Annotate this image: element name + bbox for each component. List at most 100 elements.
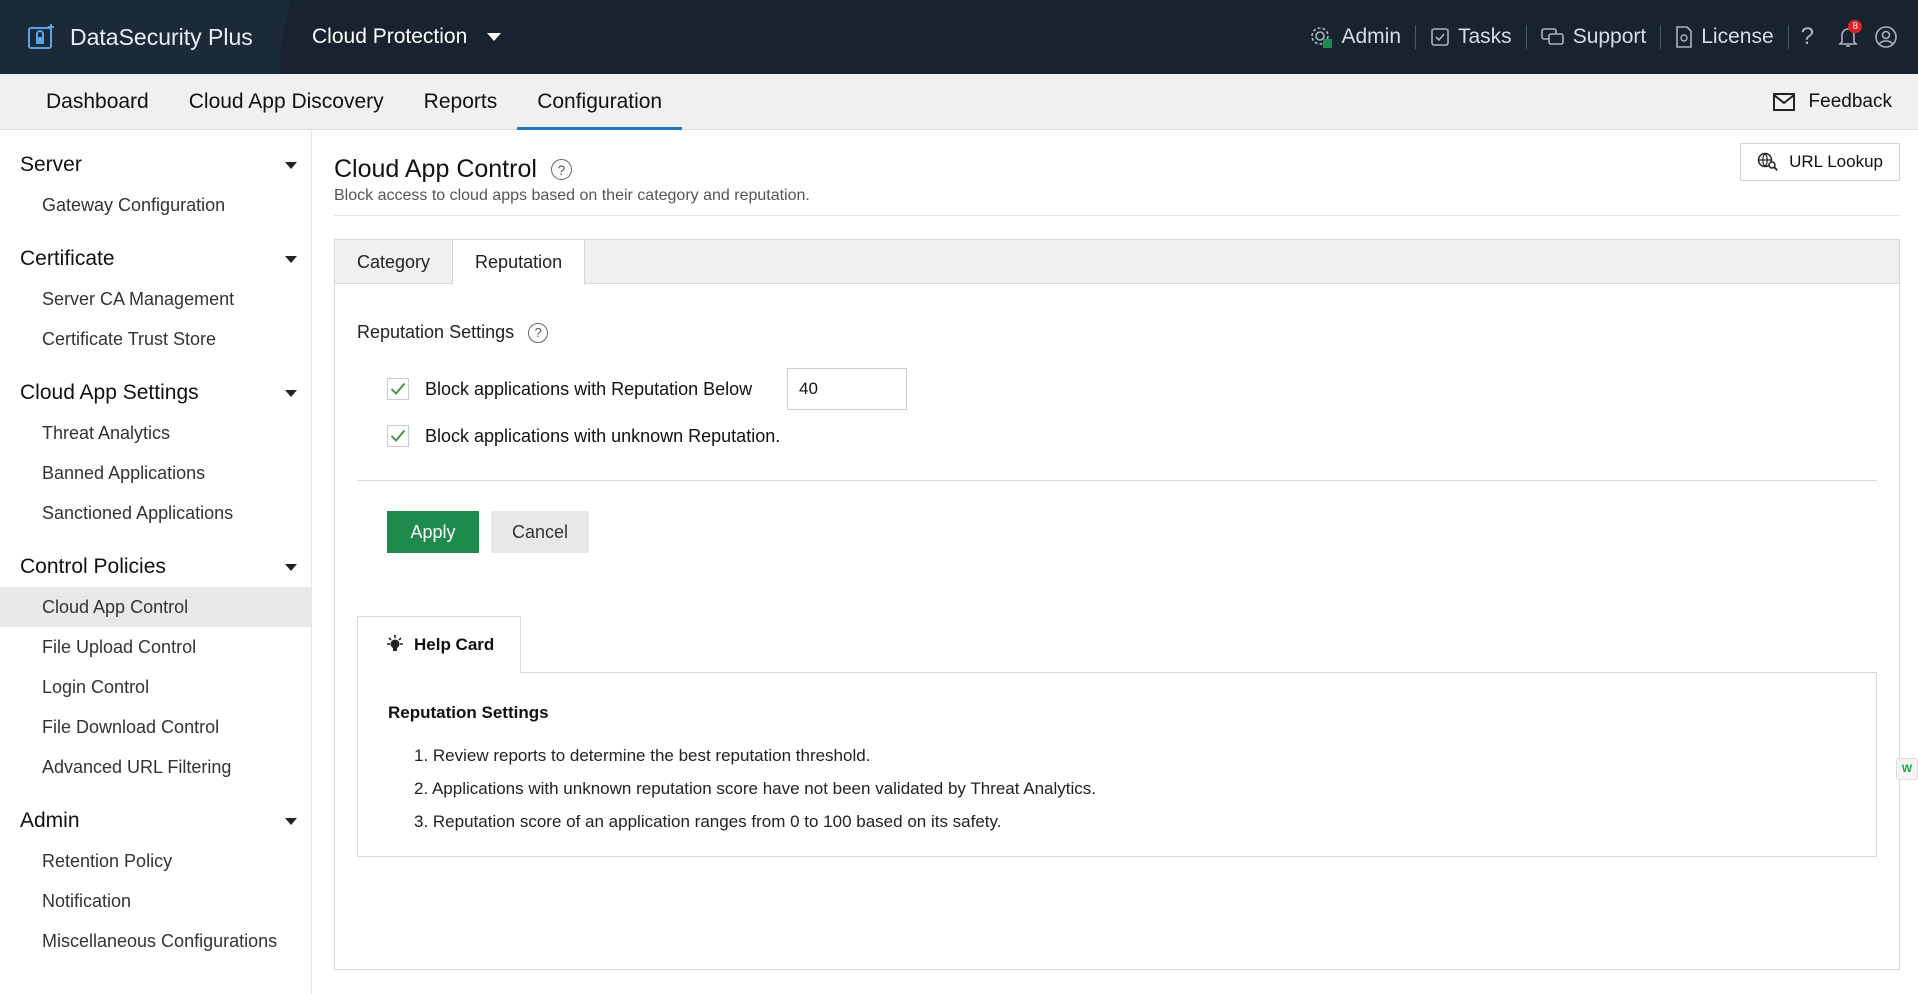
block-below-label: Block applications with Reputation Below — [425, 378, 753, 399]
sidebar-item-banned-applications[interactable]: Banned Applications — [0, 453, 311, 493]
sidebar-group-title: Admin — [20, 809, 80, 832]
main-nav: Dashboard Cloud App Discovery Reports Co… — [0, 74, 1918, 130]
block-below-checkbox[interactable] — [387, 378, 409, 400]
sidebar-group-server: Server Gateway Configuration — [0, 145, 311, 225]
sidebar-group-header[interactable]: Cloud App Settings — [0, 373, 311, 413]
panel-tabs: Category Reputation — [335, 240, 1899, 285]
sidebar-item-file-upload-control[interactable]: File Upload Control — [0, 627, 311, 667]
product-name: Cloud Protection — [312, 25, 468, 48]
divider — [334, 215, 1900, 216]
sidebar-group-header[interactable]: Admin — [0, 801, 311, 841]
brand-divider — [276, 0, 290, 74]
help-card-list: 1. Review reports to determine the best … — [414, 739, 1096, 838]
envelope-icon — [1772, 93, 1795, 111]
checkmark-icon — [390, 429, 406, 442]
block-unknown-checkbox[interactable] — [387, 425, 409, 447]
user-avatar-icon[interactable] — [1874, 25, 1898, 49]
sidebar-item-file-download-control[interactable]: File Download Control — [0, 707, 311, 747]
help-card-tab[interactable]: Help Card — [357, 616, 521, 673]
nav-tab-configuration[interactable]: Configuration — [517, 74, 683, 130]
top-header: DataSecurity Plus Cloud Protection Admin… — [0, 0, 1918, 74]
list-item: 2. Applications with unknown reputation … — [414, 779, 1097, 798]
list-item: 3. Reputation score of an application ra… — [414, 812, 1002, 831]
caret-down-icon[interactable] — [285, 161, 297, 169]
sidebar-item-cloud-app-control[interactable]: Cloud App Control — [0, 587, 311, 627]
sidebar-item-threat-analytics[interactable]: Threat Analytics — [0, 413, 311, 453]
admin-link-label: Admin — [1341, 25, 1401, 48]
feedback-button[interactable]: Feedback — [1772, 74, 1892, 130]
sidebar-group-title: Cloud App Settings — [20, 381, 199, 404]
datasecurity-logo-icon — [28, 24, 54, 49]
caret-down-icon[interactable] — [285, 563, 297, 571]
nav-tab-dashboard[interactable]: Dashboard — [26, 74, 169, 130]
sidebar-group-admin: Admin Retention Policy Notification Misc… — [0, 801, 311, 961]
reputation-settings-title: Reputation Settings ? — [357, 322, 549, 343]
product-switcher[interactable]: Cloud Protection — [312, 0, 502, 74]
sidebar-group-header[interactable]: Control Policies — [0, 547, 311, 587]
nav-tab-cloud-app-discovery[interactable]: Cloud App Discovery — [169, 74, 404, 130]
apply-button[interactable]: Apply — [387, 511, 479, 553]
support-link[interactable]: Support — [1527, 25, 1661, 49]
block-unknown-label: Block applications with unknown Reputati… — [425, 425, 781, 446]
tab-reputation[interactable]: Reputation — [452, 240, 586, 285]
globe-search-icon — [1757, 152, 1778, 171]
admin-link[interactable]: Admin — [1295, 25, 1415, 49]
cancel-button[interactable]: Cancel — [491, 511, 589, 553]
support-link-label: Support — [1572, 25, 1647, 48]
sidebar-group-title: Control Policies — [20, 555, 166, 578]
extension-badge-icon[interactable]: W — [1896, 758, 1918, 780]
nav-tabs: Dashboard Cloud App Discovery Reports Co… — [26, 74, 683, 130]
block-below-row: Block applications with Reputation Below — [387, 378, 752, 400]
chevron-down-icon — [487, 33, 502, 41]
brand[interactable]: DataSecurity Plus — [0, 0, 280, 74]
license-link-label: License — [1701, 25, 1774, 48]
reputation-settings-label: Reputation Settings — [357, 322, 515, 342]
question-circle-icon[interactable]: ? — [550, 159, 572, 180]
tasks-link[interactable]: Tasks — [1416, 25, 1526, 49]
top-links: Admin Tasks Support License ? 8 — [1295, 0, 1898, 74]
sidebar-group-certificate: Certificate Server CA Management Certifi… — [0, 239, 311, 359]
feedback-label: Feedback — [1808, 91, 1892, 112]
reputation-threshold-input[interactable] — [787, 368, 907, 410]
sidebar: Server Gateway Configuration Certificate… — [0, 131, 312, 994]
settings-panel: Category Reputation Reputation Settings … — [334, 239, 1900, 970]
lightbulb-icon — [387, 634, 403, 651]
caret-down-icon[interactable] — [285, 817, 297, 825]
sidebar-group-cloud-app-settings: Cloud App Settings Threat Analytics Bann… — [0, 373, 311, 533]
admin-gear-icon — [1311, 27, 1333, 48]
sidebar-item-miscellaneous-configurations[interactable]: Miscellaneous Configurations — [0, 921, 311, 961]
page-title-text: Cloud App Control — [334, 155, 537, 183]
sidebar-group-header[interactable]: Certificate — [0, 239, 311, 279]
tasks-link-label: Tasks — [1458, 25, 1512, 48]
license-link[interactable]: License — [1661, 25, 1787, 49]
sidebar-group-header[interactable]: Server — [0, 145, 311, 185]
sidebar-item-sanctioned-applications[interactable]: Sanctioned Applications — [0, 493, 311, 533]
brand-name: DataSecurity Plus — [70, 23, 253, 50]
page-subtitle: Block access to cloud apps based on thei… — [334, 187, 810, 204]
question-circle-icon[interactable]: ? — [528, 322, 549, 343]
sidebar-item-login-control[interactable]: Login Control — [0, 667, 311, 707]
sidebar-group-title: Server — [20, 153, 82, 176]
tab-category[interactable]: Category — [335, 240, 452, 284]
help-icon[interactable]: ? — [1789, 23, 1826, 51]
support-chat-icon — [1540, 28, 1564, 45]
caret-down-icon[interactable] — [285, 255, 297, 263]
divider — [357, 480, 1877, 481]
list-item: 1. Review reports to determine the best … — [414, 746, 871, 765]
tasks-icon — [1431, 28, 1449, 46]
sidebar-item-gateway-configuration[interactable]: Gateway Configuration — [0, 185, 311, 225]
sidebar-item-notification[interactable]: Notification — [0, 881, 311, 921]
sidebar-item-server-ca-management[interactable]: Server CA Management — [0, 279, 311, 319]
notifications-button[interactable]: 8 — [1826, 20, 1870, 48]
nav-tab-reports[interactable]: Reports — [404, 74, 518, 130]
sidebar-item-retention-policy[interactable]: Retention Policy — [0, 841, 311, 881]
sidebar-item-advanced-url-filtering[interactable]: Advanced URL Filtering — [0, 747, 311, 787]
url-lookup-button[interactable]: URL Lookup — [1740, 143, 1900, 181]
block-unknown-row: Block applications with unknown Reputati… — [387, 425, 780, 447]
help-card-heading: Reputation Settings — [388, 703, 549, 722]
license-icon — [1676, 26, 1693, 48]
sidebar-group-title: Certificate — [20, 247, 115, 270]
sidebar-group-control-policies: Control Policies Cloud App Control File … — [0, 547, 311, 787]
caret-down-icon[interactable] — [285, 389, 297, 397]
sidebar-item-certificate-trust-store[interactable]: Certificate Trust Store — [0, 319, 311, 359]
